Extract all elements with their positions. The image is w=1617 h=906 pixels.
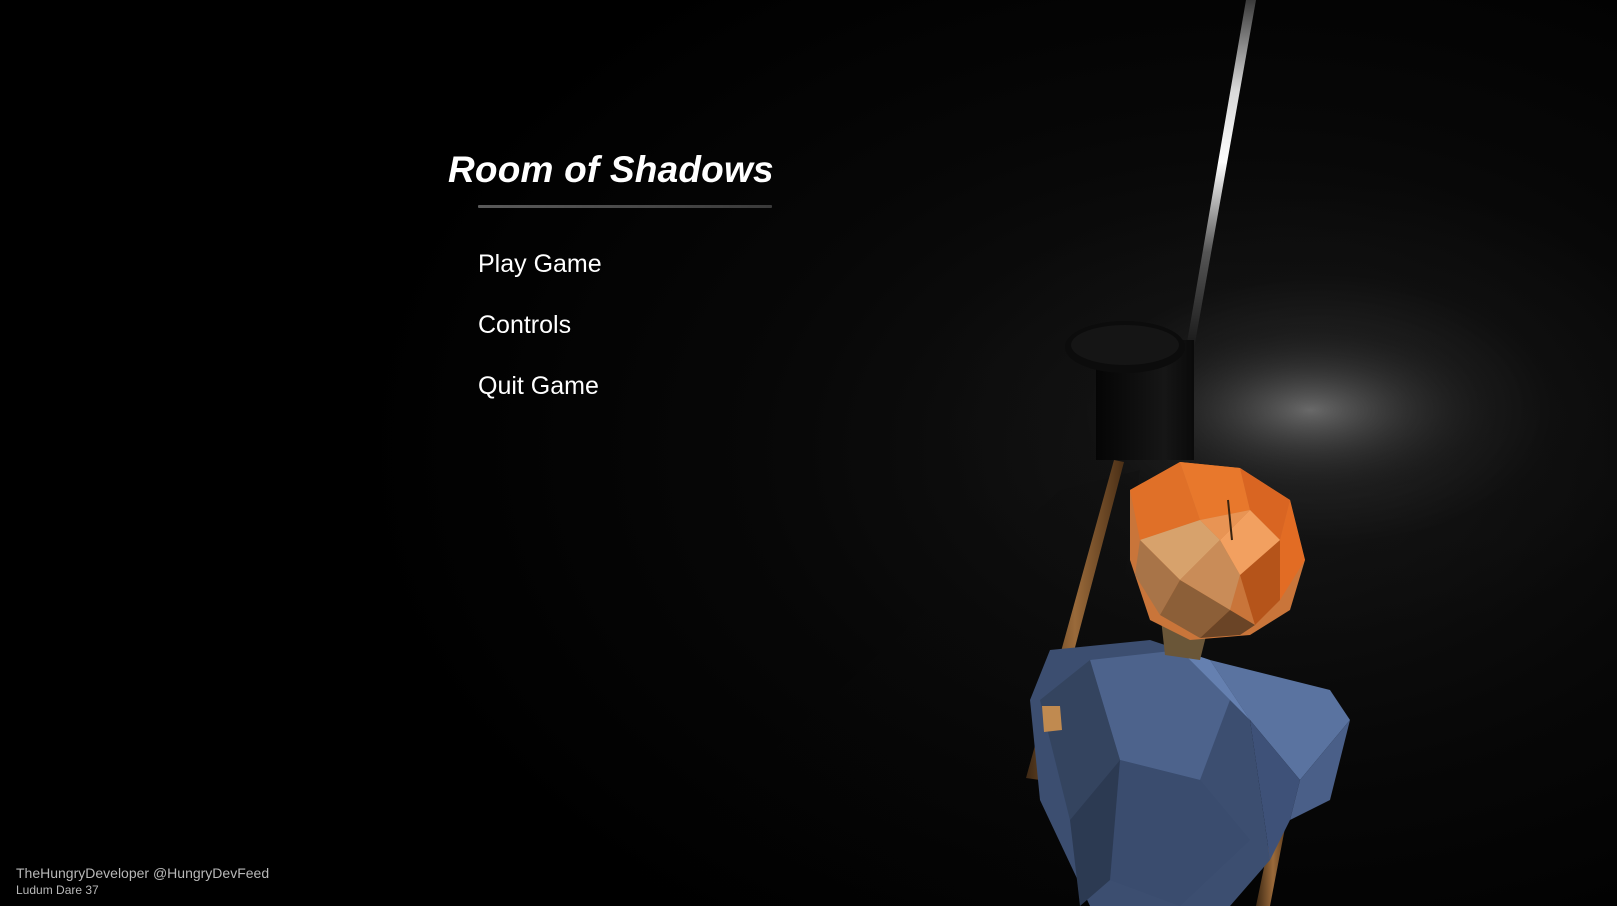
title-divider: [478, 204, 772, 208]
developer-credit: TheHungryDeveloper @HungryDevFeed: [16, 865, 270, 881]
top-hat: [1065, 321, 1194, 460]
character-body: [1030, 640, 1350, 906]
controls-button[interactable]: Controls: [478, 307, 778, 343]
character-hand: [1042, 706, 1062, 732]
play-game-button[interactable]: Play Game: [478, 246, 778, 282]
scene-artwork: [600, 0, 1510, 906]
game-scene: Room of Shadows Play Game Controls Quit …: [0, 0, 1617, 906]
game-title: Room of Shadows: [448, 149, 774, 190]
event-credit: Ludum Dare 37: [16, 883, 99, 897]
menu-list: Play Game Controls Quit Game: [478, 246, 778, 404]
main-menu: Room of Shadows Play Game Controls Quit …: [448, 149, 778, 429]
quit-game-button[interactable]: Quit Game: [478, 368, 778, 404]
credits: TheHungryDeveloper @HungryDevFeed Ludum …: [16, 864, 269, 898]
pole: [1184, 0, 1256, 360]
